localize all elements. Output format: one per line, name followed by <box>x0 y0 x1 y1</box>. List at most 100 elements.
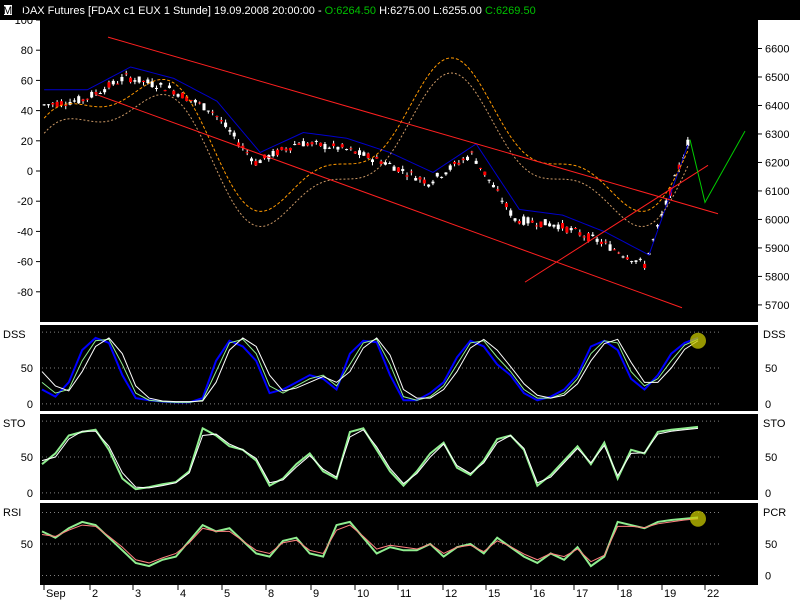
date-tick-label: 4 <box>180 588 186 600</box>
candle-body <box>116 83 120 85</box>
candle-body <box>617 252 621 254</box>
candle-body <box>552 224 556 227</box>
candle-body <box>72 100 76 102</box>
candle-body <box>461 158 465 161</box>
candle-body <box>353 151 357 154</box>
sto-left-label: STO <box>3 418 26 430</box>
mac-axis: 100 80 60 40 20 0 -20 -40 -60 -80 <box>15 15 40 299</box>
candle-body <box>643 263 647 269</box>
right-tick-label: 0 <box>765 488 771 500</box>
candle-body <box>396 167 400 172</box>
open-value: O:6264.50 <box>325 5 376 17</box>
candle-body <box>327 147 331 149</box>
date-tick-label: 8 <box>268 588 274 600</box>
candle-body <box>383 162 387 165</box>
dss-left-label: DSS <box>3 329 26 341</box>
candle-body <box>370 159 374 163</box>
price-tick-label: 6100 <box>765 186 789 198</box>
candle-body <box>340 144 344 148</box>
price-tick-label: 6400 <box>765 100 789 112</box>
candle-body <box>275 149 279 156</box>
left-tick-label: 0 <box>27 488 33 500</box>
candle-body <box>517 221 521 224</box>
chart-window: DAX Futures [FDAX c1 EUX 1 Stunde] 19.09… <box>0 0 800 600</box>
candle-body <box>405 175 409 177</box>
candle-body <box>582 236 586 238</box>
candle-body <box>513 218 517 221</box>
date-tick-label: 9 <box>313 588 319 600</box>
high-value: H:6275.00 <box>379 5 430 17</box>
candle-body <box>51 102 55 105</box>
panel-separator <box>0 411 800 414</box>
instrument-title: DAX Futures [FDAX c1 EUX 1 Stunde] 19.09… <box>22 5 325 17</box>
candle-body <box>427 184 431 187</box>
candle-body <box>319 142 323 147</box>
candle-body <box>453 161 457 164</box>
candle-body <box>530 220 534 223</box>
date-tick-label: 15 <box>488 588 500 600</box>
candle-body <box>64 104 68 106</box>
candle-body <box>232 132 236 137</box>
candle-body <box>539 221 543 228</box>
candle-body <box>418 177 422 180</box>
candle-body <box>133 80 137 82</box>
candle-body <box>129 77 133 83</box>
candle-body <box>366 153 370 159</box>
candle-body <box>487 179 491 181</box>
candle-body <box>634 260 638 262</box>
candle-body <box>284 148 288 151</box>
candle-body <box>422 179 426 184</box>
candle-body <box>586 233 590 242</box>
candle-body <box>496 189 500 191</box>
candle-body <box>293 144 297 146</box>
candle-body <box>435 172 439 177</box>
candle-body <box>124 73 128 75</box>
left-tick-label: 50 <box>21 363 33 375</box>
candle-body <box>90 91 94 98</box>
candle-body <box>198 102 202 104</box>
candle-body <box>591 234 595 236</box>
candle-body <box>522 216 526 225</box>
sto-right-label: STO <box>763 418 786 430</box>
candle-body <box>150 81 154 88</box>
dss-right-label: DSS <box>763 329 786 341</box>
candle-body <box>180 92 184 99</box>
date-tick-label: 2 <box>92 588 98 600</box>
candle-body <box>621 256 625 258</box>
candle-body <box>358 150 362 155</box>
candle-body <box>237 142 241 146</box>
chart-canvas[interactable]: DAX Futures [FDAX c1 EUX 1 Stunde] 19.09… <box>0 0 800 600</box>
price-tick-label: 6200 <box>765 157 789 169</box>
candle-body <box>280 147 284 150</box>
candle-body <box>556 224 560 230</box>
candle-body <box>142 80 146 83</box>
candle-body <box>159 82 163 85</box>
candle-body <box>310 142 314 145</box>
candle-body <box>379 161 383 164</box>
candle-body <box>245 152 249 154</box>
candle-body <box>193 100 197 103</box>
candle-body <box>362 152 366 156</box>
candle-body <box>574 227 578 229</box>
candle-body <box>98 93 102 95</box>
date-axis: Sep 2 3 4 5 8 9 10 11 12 15 16 17 18 19 22 <box>43 585 719 600</box>
rsi-right-label: PCR <box>763 507 786 519</box>
candle-body <box>154 87 158 90</box>
candle-body <box>345 149 349 151</box>
candle-body <box>301 141 305 147</box>
candle-body <box>332 143 336 147</box>
candle-body <box>107 82 111 88</box>
date-tick-label: 17 <box>576 588 588 600</box>
right-tick-label: 50 <box>765 539 777 551</box>
candle-body <box>224 122 228 127</box>
price-tick-label: 5700 <box>765 300 789 312</box>
mac-tick-label: 60 <box>21 75 33 87</box>
candle-body <box>470 151 474 153</box>
right-tick-label: 0 <box>765 571 771 583</box>
right-tick-label: 50 <box>765 452 777 464</box>
candle-body <box>474 160 478 164</box>
candle-body <box>561 223 565 229</box>
mac-tick-label: 40 <box>21 106 33 118</box>
candle-body <box>444 172 448 175</box>
highlight-marker <box>690 332 706 349</box>
